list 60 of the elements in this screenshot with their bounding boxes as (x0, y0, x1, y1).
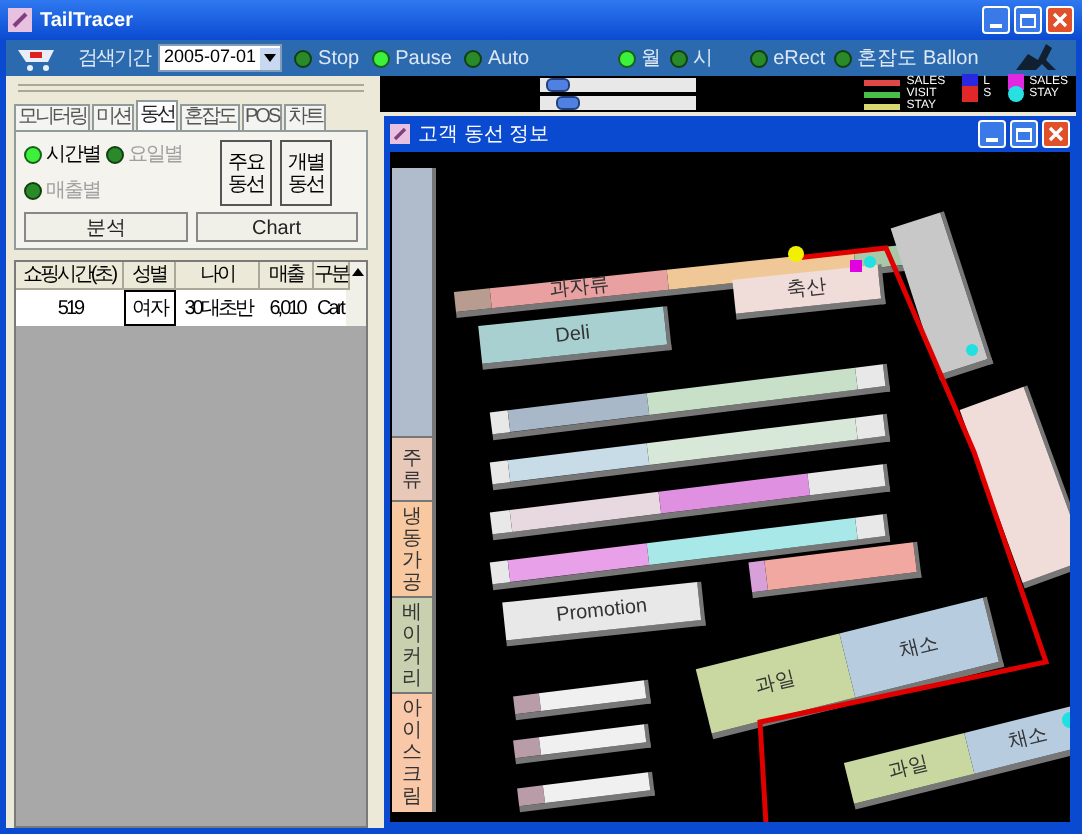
section-label: 과일 (886, 753, 931, 783)
column-header: 성별 (124, 262, 176, 290)
slider-track[interactable] (540, 78, 696, 92)
route-button[interactable]: 개별 동선 (280, 140, 332, 206)
unit-toggle[interactable]: 시 (669, 43, 714, 73)
app-icon (390, 124, 410, 144)
option-toggle[interactable]: eRect (749, 43, 826, 73)
section-label: Promotion (555, 596, 649, 626)
radio-option[interactable]: 시간별 (24, 140, 100, 170)
table-cell: 여자 (124, 290, 176, 326)
date-dropdown[interactable]: 2005-07-01 (158, 44, 283, 72)
table-cell-text: Cart (315, 295, 346, 323)
table-cell-text: 6,010 (267, 295, 308, 323)
period-label: 검색기간 (78, 45, 150, 73)
action-button[interactable]: Chart (195, 212, 358, 242)
section-label: 채소 (1006, 724, 1050, 754)
close-button[interactable] (1042, 120, 1070, 148)
slider-track[interactable] (540, 96, 696, 110)
tab[interactable]: 미션 (92, 104, 134, 130)
caret-icon (264, 54, 277, 62)
section-label: 냉동가공 (402, 505, 422, 593)
minimize-button[interactable] (982, 6, 1010, 34)
playback-toggle[interactable]: Auto (463, 43, 530, 73)
section-label: 주류 (402, 447, 422, 491)
playback-toggle[interactable]: Stop (294, 43, 360, 73)
table-cell-text: 30대초반 (182, 295, 255, 323)
route-button[interactable]: 주요 동선 (220, 140, 272, 206)
option-toggle[interactable]: 혼잡도 Ballon (833, 43, 979, 73)
scroll-up-icon (352, 268, 364, 276)
playback-toggle[interactable]: Pause (371, 43, 452, 73)
section-label: 과자류 (548, 275, 611, 303)
section-label: 과일 (753, 668, 798, 698)
tab[interactable]: 동선 (136, 100, 178, 130)
tab[interactable]: 차트 (284, 104, 327, 130)
shelf-section (855, 364, 886, 390)
app-icon (8, 8, 32, 32)
minimize-button[interactable] (978, 120, 1006, 148)
maximize-button[interactable] (1014, 6, 1042, 34)
tab[interactable]: 모니터링 (14, 104, 90, 130)
slider-thumb[interactable] (555, 96, 580, 110)
close-icon (1048, 126, 1064, 142)
section-label: 축산 (785, 277, 828, 302)
action-button[interactable]: 분석 (24, 212, 187, 242)
tab[interactable]: POS (241, 104, 283, 130)
window-title: 고객 동선 정보 (418, 121, 550, 149)
section-label: 아이스크림 (402, 698, 422, 808)
maximize-button[interactable] (1010, 120, 1038, 148)
slider-thumb[interactable] (546, 78, 571, 92)
table-cell-text: 519 (55, 295, 86, 323)
close-icon (1052, 12, 1068, 28)
section-label: Deli (554, 323, 591, 347)
customer-marker (788, 246, 804, 262)
section-label: 베이커리 (402, 601, 422, 689)
shelf-section (855, 414, 886, 440)
close-button[interactable] (1046, 6, 1074, 34)
section-label: 채소 (897, 633, 941, 663)
unit-toggle[interactable]: 월 (617, 43, 662, 73)
window-title: TailTracer (40, 7, 134, 35)
tab[interactable]: 혼잡도 (180, 104, 239, 130)
cart-marker (850, 260, 862, 272)
